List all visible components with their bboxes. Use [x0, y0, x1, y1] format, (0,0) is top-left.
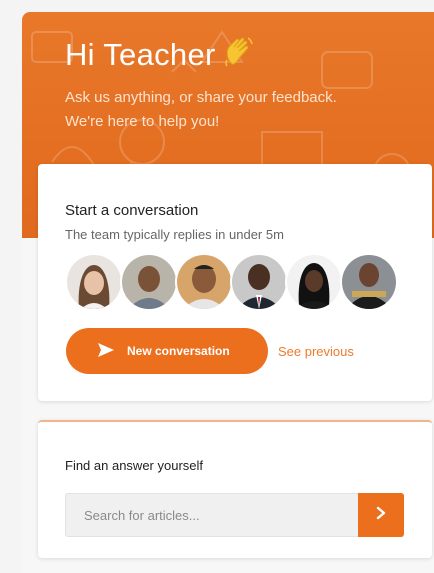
search-submit-button[interactable] [358, 493, 404, 537]
team-avatars [65, 253, 405, 315]
new-conversation-label: New conversation [127, 344, 230, 358]
find-answer-card: Find an answer yourself [38, 420, 432, 558]
article-search-input[interactable] [66, 494, 358, 536]
new-conversation-button[interactable]: New conversation [66, 328, 268, 374]
avatar [175, 253, 233, 311]
subtitle-line-2: We're here to help you! [65, 113, 220, 130]
avatar [65, 253, 123, 311]
greeting-text: Hi Teacher [65, 37, 216, 72]
header-subtitle: Ask us anything, or share your feedback.… [65, 86, 405, 134]
find-answer-title: Find an answer yourself [65, 458, 204, 473]
avatar [120, 253, 178, 311]
chevron-right-icon [375, 506, 387, 525]
reply-time-text: The team typically replies in under 5m [65, 227, 284, 242]
messenger-panel: Hi Teacher Ask us anything, or share you… [22, 12, 434, 573]
avatar [340, 253, 398, 311]
start-conversation-title: Start a conversation [65, 202, 199, 219]
see-previous-link[interactable]: See previous [278, 344, 354, 359]
send-icon [97, 342, 115, 361]
greeting-heading: Hi Teacher [65, 36, 254, 76]
avatar [230, 253, 288, 311]
avatar [285, 253, 343, 311]
article-search-box [65, 493, 404, 537]
waving-hand-icon [224, 36, 254, 76]
start-conversation-card: Start a conversation The team typically … [38, 164, 432, 401]
subtitle-line-1: Ask us anything, or share your feedback. [65, 89, 337, 106]
